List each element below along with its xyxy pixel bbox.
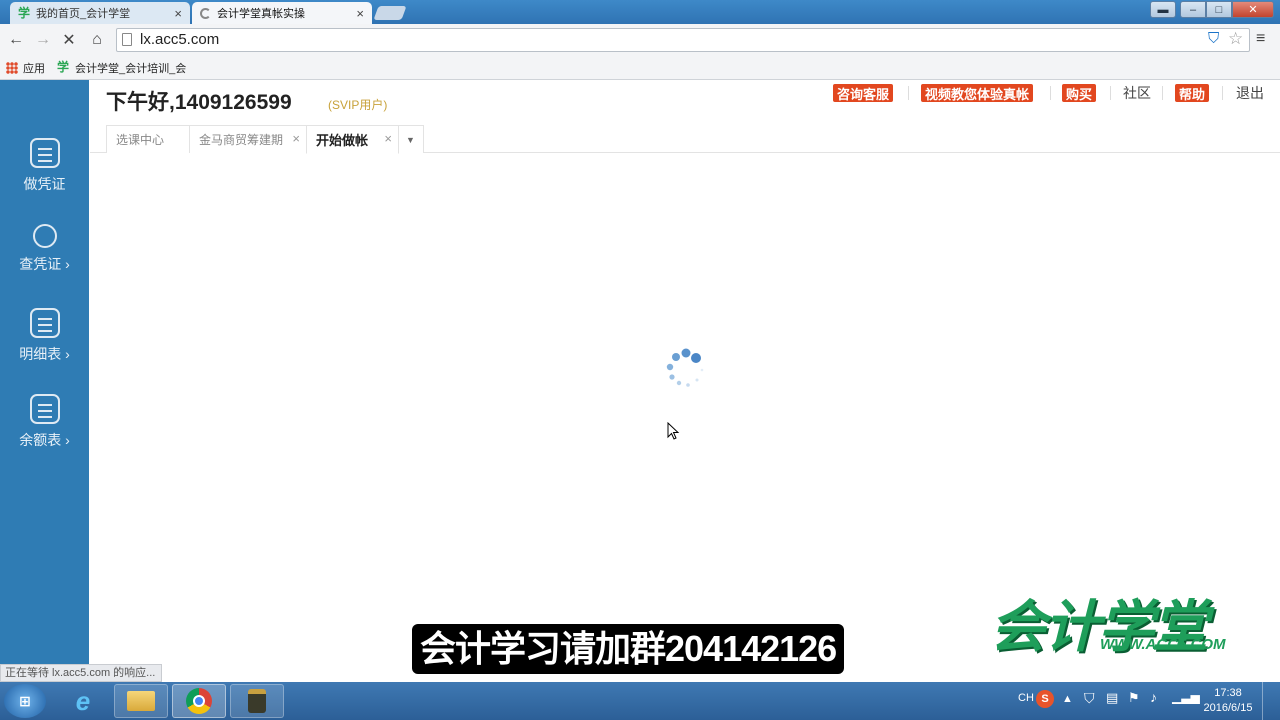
user-icon[interactable]: ▬ xyxy=(1150,1,1176,18)
start-button[interactable]: ⊞ xyxy=(4,684,46,718)
browser-status-bar: 正在等待 lx.acc5.com 的响应... xyxy=(0,664,162,682)
video-subtitle: 会计学习请加群204142126 xyxy=(412,624,845,674)
stop-loading-button[interactable]: ✕ xyxy=(58,30,80,50)
sidebar-item-detail-ledger[interactable]: 明细表 › xyxy=(0,308,89,378)
system-clock[interactable]: 17:38 2016/6/15 xyxy=(1198,686,1258,716)
clock-time: 17:38 xyxy=(1214,687,1242,699)
tab-dropdown-button[interactable]: ▼ xyxy=(398,125,424,153)
search-icon xyxy=(32,224,57,248)
tab-company-setup[interactable]: 金马商贸筹建期 × xyxy=(189,125,307,153)
browser-tab-active[interactable]: 会计学堂真帐实操 × xyxy=(192,2,372,24)
customer-service-button[interactable]: 咨询客服 xyxy=(833,84,894,102)
close-window-button[interactable]: ✕ xyxy=(1232,1,1274,18)
browser-tab-home[interactable]: 学 我的首页_会计学堂 × xyxy=(10,2,190,24)
sidebar-item-balance-sheet[interactable]: 余额表 › xyxy=(0,394,89,464)
internet-explorer-icon[interactable]: e xyxy=(56,684,110,718)
tab-label: 选课中心 xyxy=(116,133,165,147)
signal-icon[interactable]: ▁▃▅ xyxy=(1172,690,1200,704)
new-tab-button[interactable] xyxy=(373,6,407,20)
action-center-icon[interactable]: ⚑ xyxy=(1128,690,1140,706)
site-favicon-icon: 学 xyxy=(18,5,31,20)
sidebar-item-label: 查凭证 › xyxy=(19,256,70,272)
sidebar-item-make-voucher[interactable]: 做凭证 xyxy=(0,138,89,208)
close-icon[interactable]: × xyxy=(292,131,300,146)
vip-badge: (SVIP用户) xyxy=(328,98,388,112)
menu-icon[interactable]: ≡ xyxy=(1256,30,1265,48)
community-link[interactable]: 社区 xyxy=(1123,84,1151,102)
watermark-url: WWW.ACC5.COM xyxy=(1100,636,1226,653)
sidebar-item-search-voucher[interactable]: 查凭证 › xyxy=(0,224,89,294)
close-tab-icon[interactable]: × xyxy=(356,6,364,21)
tab-title: 我的首页_会计学堂 xyxy=(36,8,131,20)
sidebar-item-label: 明细表 › xyxy=(19,346,70,362)
back-button[interactable]: ← xyxy=(5,30,27,50)
clock-date: 2016/6/15 xyxy=(1203,702,1253,714)
logout-link[interactable]: 退出 xyxy=(1236,84,1264,102)
close-icon[interactable]: × xyxy=(384,131,392,146)
tab-course-center[interactable]: 选课中心 xyxy=(106,125,190,153)
maximize-button[interactable]: □ xyxy=(1206,1,1232,18)
tab-label: 金马商贸筹建期 xyxy=(199,133,284,147)
security-shield-icon[interactable]: ⛉ xyxy=(1084,690,1095,707)
mouse-cursor-icon xyxy=(667,422,680,440)
shield-icon[interactable]: ⛉ xyxy=(1208,30,1219,47)
chrome-icon[interactable] xyxy=(172,684,226,718)
star-icon[interactable]: ☆ xyxy=(1228,29,1243,49)
bookmark-site[interactable]: 会计学堂_会计培训_会 xyxy=(75,60,186,76)
camera-recorder-icon[interactable] xyxy=(230,684,284,718)
bookmarks-bar: 应用 学 会计学堂_会计培训_会 xyxy=(0,56,1280,80)
loading-icon xyxy=(200,7,211,19)
divider xyxy=(1050,86,1051,100)
volume-icon[interactable]: ♪ xyxy=(1150,689,1157,705)
url-text[interactable]: lx.acc5.com xyxy=(140,31,219,48)
divider xyxy=(1222,86,1223,100)
forward-button[interactable]: → xyxy=(32,30,54,50)
loading-spinner-icon xyxy=(666,348,704,387)
show-hidden-icons-icon[interactable]: ▲ xyxy=(1062,693,1073,705)
input-language-indicator[interactable]: CH xyxy=(1018,692,1034,704)
close-tab-icon[interactable]: × xyxy=(174,6,182,21)
tab-title: 会计学堂真帐实操 xyxy=(217,8,305,20)
tab-start-bookkeeping[interactable]: 开始做帐 × xyxy=(306,125,399,154)
greeting-text: 下午好,1409126599 xyxy=(106,91,292,114)
divider xyxy=(1162,86,1163,100)
calculator-icon xyxy=(29,138,60,168)
network-icon[interactable]: ▤ xyxy=(1106,690,1118,706)
page-icon xyxy=(122,33,132,46)
buy-button[interactable]: 购买 xyxy=(1062,84,1097,102)
address-bar[interactable] xyxy=(116,28,1250,52)
sogou-input-icon[interactable]: S xyxy=(1036,690,1054,708)
home-button[interactable]: ⌂ xyxy=(86,30,108,50)
file-explorer-icon[interactable] xyxy=(114,684,168,718)
divider xyxy=(1110,86,1111,100)
bookmark-apps[interactable]: 应用 xyxy=(23,60,45,76)
help-button[interactable]: 帮助 xyxy=(1175,84,1210,102)
list-icon xyxy=(29,394,60,424)
site-favicon-icon: 学 xyxy=(57,60,70,74)
minimize-button[interactable]: – xyxy=(1180,1,1206,18)
video-tutorial-button[interactable]: 视频教您体验真帐 xyxy=(921,84,1034,102)
sidebar-item-label: 余额表 › xyxy=(19,432,70,448)
divider xyxy=(908,86,909,100)
tab-label: 开始做帐 xyxy=(316,133,369,148)
show-desktop-button[interactable] xyxy=(1262,682,1280,720)
sidebar-item-label: 做凭证 xyxy=(23,176,66,192)
apps-icon[interactable] xyxy=(6,61,18,74)
list-icon xyxy=(29,308,60,338)
